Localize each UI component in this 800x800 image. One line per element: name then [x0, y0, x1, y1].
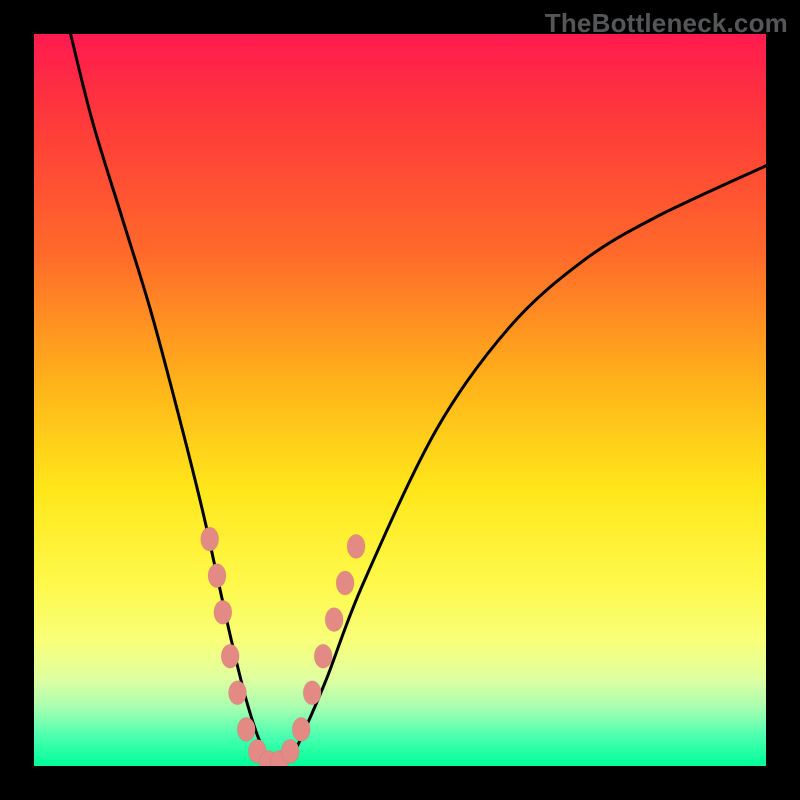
bead [303, 681, 321, 705]
bead [347, 534, 365, 558]
bead [336, 571, 354, 595]
bottleneck-curve [71, 34, 766, 766]
watermark-text: TheBottleneck.com [545, 8, 788, 39]
bead [314, 644, 332, 668]
bead [292, 717, 310, 741]
plot-area [34, 34, 766, 766]
bead [281, 739, 299, 763]
bead [201, 527, 219, 551]
bead-cluster [201, 527, 365, 766]
bead [221, 644, 239, 668]
bead [228, 681, 246, 705]
chart-stage: TheBottleneck.com [0, 0, 800, 800]
bead [214, 600, 232, 624]
bottleneck-curve-svg [34, 34, 766, 766]
bead [208, 564, 226, 588]
bead [325, 608, 343, 632]
bead [237, 717, 255, 741]
